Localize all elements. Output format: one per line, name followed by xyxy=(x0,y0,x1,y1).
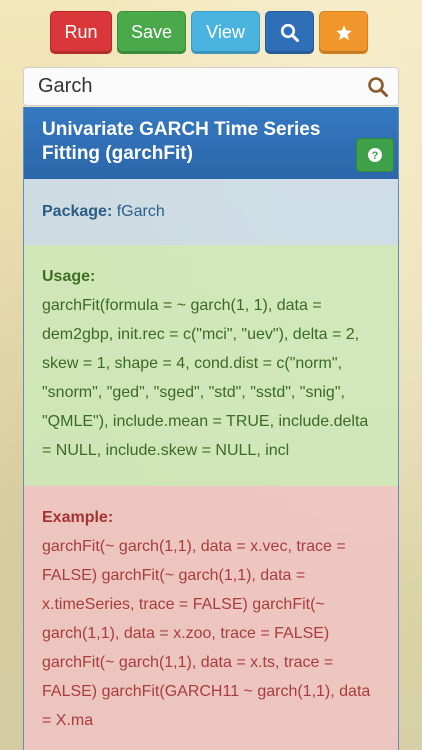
usage-label: Usage: xyxy=(42,268,96,285)
favorite-button[interactable] xyxy=(319,11,368,54)
search-icon xyxy=(368,76,388,97)
package-value: fGarch xyxy=(116,203,165,220)
search-submit[interactable] xyxy=(358,68,398,105)
example-text: garchFit(~ garch(1,1), data = x.vec, tra… xyxy=(42,538,371,729)
example-section: Example: garchFit(~ garch(1,1), data = x… xyxy=(24,486,398,750)
search-icon xyxy=(280,23,299,42)
card-header: Univariate GARCH Time Series Fitting (ga… xyxy=(24,107,398,179)
usage-section: Usage: garchFit(formula = ~ garch(1, 1),… xyxy=(24,245,398,486)
card-title: Univariate GARCH Time Series Fitting (ga… xyxy=(42,119,321,164)
svg-text:?: ? xyxy=(372,150,379,162)
function-card: Univariate GARCH Time Series Fitting (ga… xyxy=(23,107,399,750)
question-icon: ? xyxy=(368,148,382,162)
star-icon xyxy=(335,24,352,40)
view-button[interactable]: View xyxy=(191,11,260,54)
example-label: Example: xyxy=(42,509,114,526)
run-button[interactable]: Run xyxy=(50,11,112,54)
search-input[interactable]: Garch xyxy=(24,75,358,98)
search-button[interactable] xyxy=(265,11,314,54)
help-button[interactable]: ? xyxy=(356,138,394,172)
search-bar[interactable]: Garch xyxy=(23,67,399,106)
package-label: Package: xyxy=(42,203,113,220)
toolbar: Run Save View xyxy=(50,11,368,54)
save-button[interactable]: Save xyxy=(117,11,186,54)
usage-text: garchFit(formula = ~ garch(1, 1), data =… xyxy=(42,297,369,459)
package-section: Package: fGarch xyxy=(24,179,398,245)
